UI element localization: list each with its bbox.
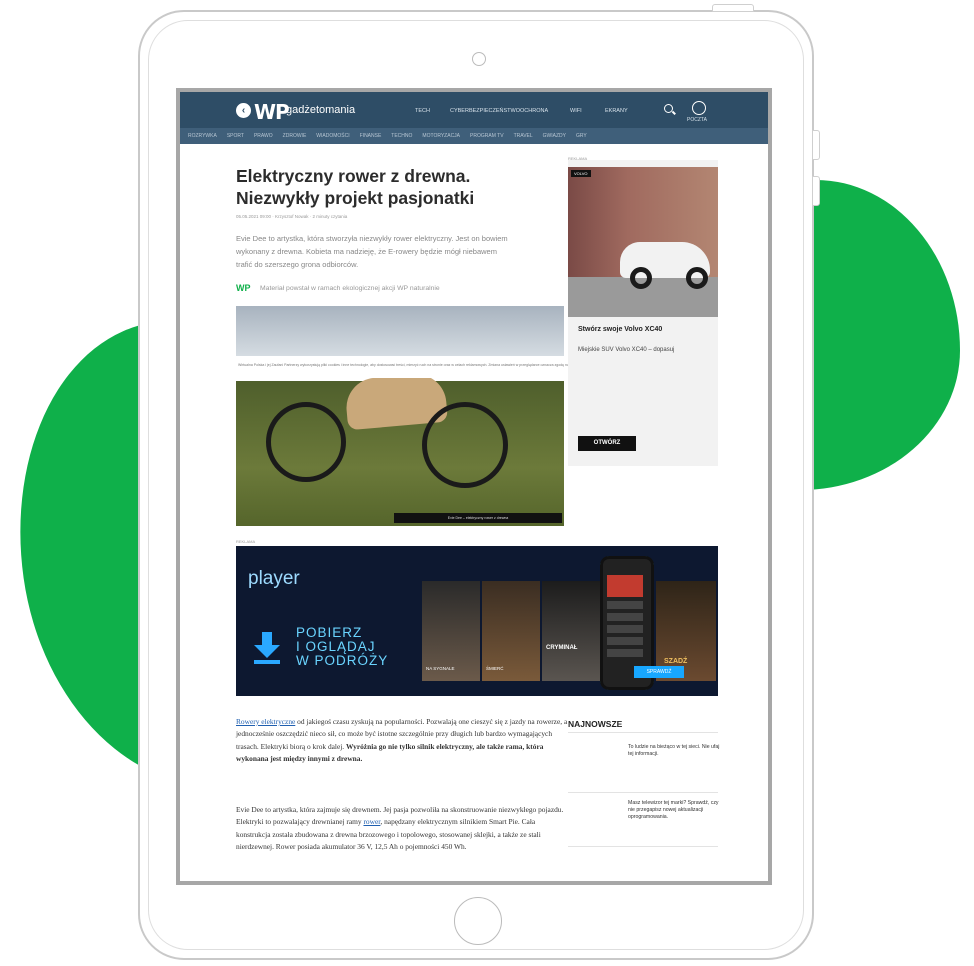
rower-link[interactable]: rower bbox=[363, 817, 380, 826]
subnav-item[interactable]: PRAWO bbox=[254, 133, 273, 139]
nav-item-ochrona[interactable]: OCHRONA bbox=[520, 108, 548, 114]
banner-line-3: W PODRÓŻY bbox=[296, 653, 389, 668]
home-button[interactable] bbox=[454, 897, 502, 945]
subnav-item[interactable]: ZDROWIE bbox=[283, 133, 307, 139]
divider bbox=[568, 732, 718, 733]
article-paragraph-1: Rowery elektryczne od jakiegoś czasu zys… bbox=[236, 716, 570, 765]
poster-title: SZADŹ bbox=[664, 658, 688, 665]
poster-title: NA SYGNALE bbox=[426, 666, 455, 671]
ad-text: Miejskie SUV Volvo XC40 – dopasuj bbox=[578, 347, 675, 353]
nav-item-ekrany[interactable]: EKRANY bbox=[605, 108, 628, 114]
promo-link[interactable]: Materiał powstał w ramach ekologicznej a… bbox=[260, 285, 440, 292]
volume-down-button[interactable] bbox=[812, 176, 820, 206]
photo-caption: Evie Dee – elektryczny rower z drewna bbox=[394, 513, 562, 523]
mail-icon[interactable] bbox=[692, 101, 706, 115]
wp-logo[interactable]: WP bbox=[254, 100, 290, 124]
subnav-item[interactable]: GRY bbox=[576, 133, 587, 139]
article-paragraph-2: Evie Dee to artystka, która zajmuje się … bbox=[236, 804, 570, 853]
nav-item-cyber[interactable]: CYBERBEZPIECZEŃSTWO bbox=[450, 108, 520, 114]
phone-list bbox=[607, 601, 643, 661]
subnav-item[interactable]: TRAVEL bbox=[514, 133, 533, 139]
search-icon[interactable] bbox=[664, 104, 673, 113]
subnav-item[interactable]: MOTORYZACJA bbox=[422, 133, 460, 139]
divider bbox=[568, 846, 718, 847]
banner-ad-label: REKLAMA bbox=[236, 539, 256, 544]
latest-item[interactable]: To ludzie na bieżąco w tej sieci. Nie uf… bbox=[628, 744, 720, 758]
electric-bikes-link[interactable]: Rowery elektryczne bbox=[236, 717, 295, 726]
site-name[interactable]: gadżetomania bbox=[286, 104, 355, 116]
subnav-item[interactable]: SPORT bbox=[227, 133, 244, 139]
player-banner-ad[interactable]: player POBIERZ I OGLĄDAJ W PODRÓŻY NA SY… bbox=[236, 546, 718, 696]
download-icon bbox=[254, 632, 280, 664]
back-icon[interactable]: ‹ bbox=[236, 103, 251, 118]
subnav-item[interactable]: PROGRAM TV bbox=[470, 133, 504, 139]
ad-title[interactable]: Stwórz swoje Volvo XC40 bbox=[578, 326, 662, 333]
poster-na-sygnale: NA SYGNALE bbox=[422, 581, 480, 681]
poster-3: CRYMINAŁ bbox=[542, 581, 600, 681]
poster-title: ŚMIERĆ bbox=[486, 666, 504, 671]
divider bbox=[568, 792, 718, 793]
banner-cta-button[interactable]: SPRAWDŹ bbox=[634, 666, 684, 678]
site-header: ‹ WP gadżetomania TECH CYBERBEZPIECZEŃST… bbox=[180, 92, 768, 128]
banner-headline: POBIERZ I OGLĄDAJ W PODRÓŻY bbox=[296, 626, 388, 668]
car-ad-image[interactable]: VOLVO bbox=[568, 167, 718, 317]
car-wheel bbox=[630, 267, 652, 289]
nav-item-tech[interactable]: TECH bbox=[415, 108, 430, 114]
latest-heading: NAJNOWSZE bbox=[568, 719, 623, 729]
banner-line-2: I OGLĄDAJ bbox=[296, 639, 376, 654]
volvo-badge: VOLVO bbox=[571, 170, 591, 177]
volume-up-button[interactable] bbox=[812, 130, 820, 160]
tablet-screen: ‹ WP gadżetomania TECH CYBERBEZPIECZEŃST… bbox=[176, 88, 772, 885]
article-hero-image bbox=[236, 306, 564, 526]
nav-item-wifi[interactable]: WIFI bbox=[570, 108, 582, 114]
power-button[interactable] bbox=[712, 4, 754, 12]
bike-wheel-rear bbox=[422, 402, 508, 488]
phone-thumb bbox=[607, 575, 643, 597]
player-logo: player bbox=[248, 568, 300, 589]
camera-icon bbox=[472, 52, 486, 66]
latest-item[interactable]: Masz telewizor tej marki? Sprawdź, czy n… bbox=[628, 800, 720, 821]
article-lead: Evie Dee to artystka, która stworzyła ni… bbox=[236, 234, 508, 269]
subnav-item[interactable]: FINANSE bbox=[360, 133, 382, 139]
article-title: Elektryczny rower z drewna. Niezwykły pr… bbox=[236, 166, 475, 208]
car-wheel bbox=[686, 267, 708, 289]
wp-naturalnie-logo: WP bbox=[236, 283, 251, 293]
bike-wheel-front bbox=[266, 402, 346, 482]
subnav-item[interactable]: ROZRYWKA bbox=[188, 133, 217, 139]
poster-2: ŚMIERĆ bbox=[482, 581, 540, 681]
poczta-label[interactable]: POCZTA bbox=[687, 117, 707, 123]
ad-open-button[interactable]: OTWÓRZ bbox=[578, 436, 636, 451]
subnav-item[interactable]: GWIAZDY bbox=[543, 133, 566, 139]
poster-title: CRYMINAŁ bbox=[546, 645, 578, 651]
subnav-item[interactable]: TECHNO bbox=[391, 133, 412, 139]
banner-line-1: POBIERZ bbox=[296, 625, 363, 640]
article-meta: 05.05.2021 09:00 · Krzysztof Nowak · 2 m… bbox=[236, 214, 348, 219]
secondary-nav: ROZRYWKA SPORT PRAWO ZDROWIE WIADOMOŚCI … bbox=[180, 128, 768, 144]
sky-area bbox=[236, 306, 564, 356]
subnav-item[interactable]: WIADOMOŚCI bbox=[316, 133, 349, 139]
